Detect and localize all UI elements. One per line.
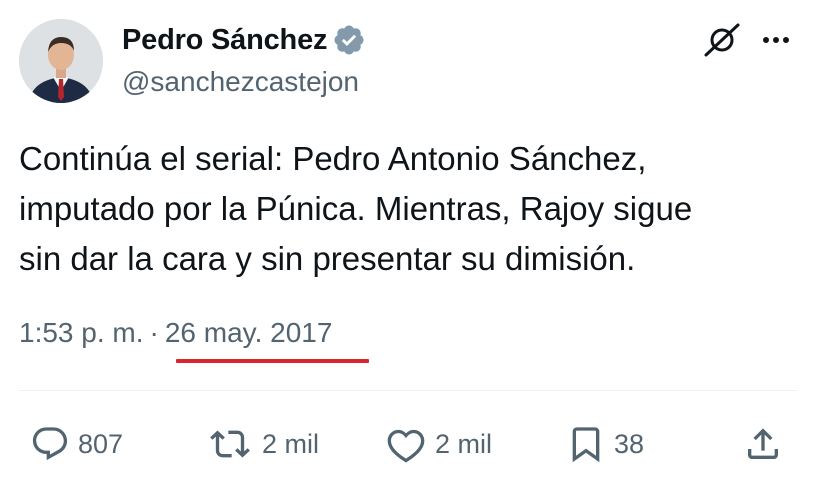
more-icon: [763, 37, 789, 43]
avatar-photo: [19, 19, 103, 103]
author-name-row: Pedro Sánchez: [122, 22, 366, 58]
reply-count: 807: [78, 428, 124, 459]
like-button[interactable]: 2 mil: [385, 420, 492, 468]
tweet-time[interactable]: 1:53 p. m.: [19, 317, 144, 349]
repost-count: 2 mil: [262, 428, 320, 459]
like-icon: [387, 429, 425, 463]
bookmark-count: 38: [614, 428, 645, 459]
timestamp-separator: ·: [149, 317, 159, 348]
reply-icon: [32, 427, 68, 461]
bookmark-icon: [572, 427, 600, 463]
tweet-text: Continúa el serial: Pedro Antonio Sánche…: [19, 140, 693, 277]
display-name[interactable]: Pedro Sánchez: [122, 24, 328, 57]
tweet-timestamp: 1:53 p. m. · 26 may. 2017: [19, 317, 332, 349]
date-annotation-underline: [176, 359, 369, 363]
share-icon: [748, 428, 778, 459]
avatar[interactable]: [19, 19, 103, 103]
repost-button[interactable]: 2 mil: [206, 420, 319, 468]
more-options-button[interactable]: [756, 22, 796, 58]
grok-button[interactable]: [700, 20, 744, 60]
tweet-date[interactable]: 26 may. 2017: [165, 317, 333, 349]
reply-button[interactable]: 807: [30, 420, 123, 468]
divider: [19, 390, 797, 391]
verified-badge-icon[interactable]: [332, 23, 366, 57]
bookmark-button[interactable]: 38: [566, 420, 644, 468]
share-button[interactable]: [743, 420, 783, 468]
like-count: 2 mil: [435, 428, 493, 459]
author-handle[interactable]: @sanchezcastejon: [122, 66, 359, 98]
grok-icon: [704, 23, 740, 57]
repost-icon: [210, 430, 250, 458]
